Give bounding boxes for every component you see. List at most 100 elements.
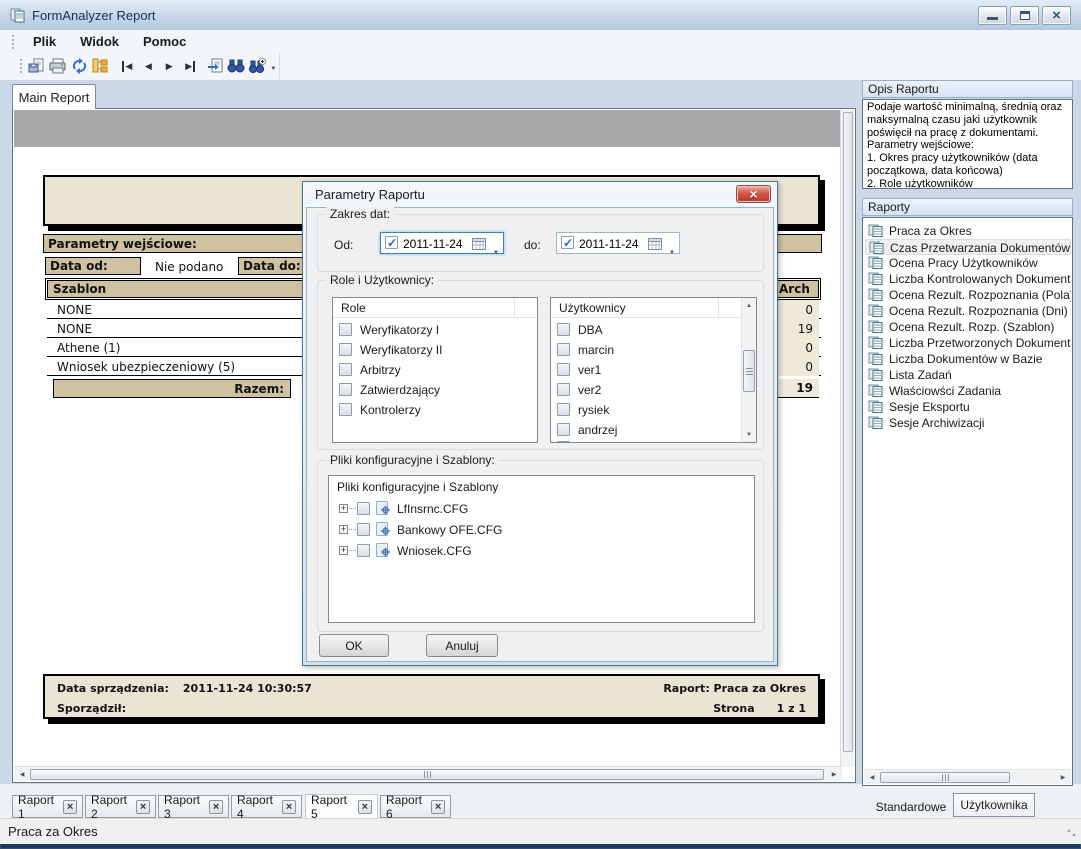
menu-pomoc[interactable]: Pomoc	[131, 32, 198, 51]
report-item-selected[interactable]: Czas Przetwarzania Dokumentów	[865, 239, 1071, 255]
list-item[interactable]: andrzej	[551, 420, 756, 440]
report-item[interactable]: Lista Zadań	[865, 367, 1071, 383]
report-item[interactable]: Ocena Rezult. Rozpoznania (Dni)	[865, 303, 1071, 319]
user-checkbox[interactable]	[557, 323, 570, 336]
report-item[interactable]: Ocena Pracy Użytkowników	[865, 255, 1071, 271]
viewer-horizontal-scrollbar[interactable]: ◀ ▶	[14, 766, 842, 781]
roles-list-header[interactable]: Role	[333, 298, 537, 318]
restore-button[interactable]	[1010, 6, 1039, 25]
close-tab-button[interactable]	[63, 800, 77, 814]
report-item[interactable]: Liczba Przetworzonych Dokumentów	[865, 335, 1071, 351]
dialog-close-button[interactable]	[736, 185, 771, 203]
scroll-up-arrow-icon[interactable]: ▲	[742, 298, 756, 313]
list-item[interactable]: Weryfikatorzy II	[333, 340, 537, 360]
go-to-page-button[interactable]	[205, 55, 226, 77]
users-list-header[interactable]: Użytkownicy	[551, 298, 741, 318]
menu-widok[interactable]: Widok	[68, 32, 131, 51]
tab-main-report[interactable]: Main Report	[12, 84, 96, 109]
list-item[interactable]: rysiek	[551, 400, 756, 420]
report-item[interactable]: Ocena Rezult. Rozp. (Szablon)	[865, 319, 1071, 335]
viewer-vertical-scrollbar[interactable]	[840, 110, 854, 767]
ok-button[interactable]: OK	[319, 634, 389, 657]
file-checkbox[interactable]	[357, 523, 370, 536]
reports-horizontal-scrollbar[interactable]: ◀ ▶	[864, 769, 1071, 784]
tree-node[interactable]: + Wniosek.CFG	[329, 540, 754, 561]
list-item[interactable]: marcin	[551, 340, 756, 360]
user-checkbox[interactable]	[557, 423, 570, 436]
report-item[interactable]: Praca za Okres	[865, 223, 1071, 239]
tab-raport-3[interactable]: Raport 3	[158, 795, 229, 818]
tree-node[interactable]: + Bankowy OFE.CFG	[329, 519, 754, 540]
role-checkbox[interactable]	[339, 343, 352, 356]
close-tab-button[interactable]	[136, 800, 150, 814]
list-item[interactable]: Weryfikatorzy I	[333, 320, 537, 340]
list-item[interactable]: DBA	[551, 320, 756, 340]
scroll-right-arrow-icon[interactable]: ▶	[1055, 771, 1071, 784]
role-checkbox[interactable]	[339, 363, 352, 376]
refresh-button[interactable]	[69, 55, 90, 77]
tree-expander-icon[interactable]: +	[339, 546, 348, 555]
scroll-left-arrow-icon[interactable]: ◀	[14, 768, 30, 781]
tab-raport-4[interactable]: Raport 4	[231, 795, 302, 818]
tree-node[interactable]: + LfInsrnc.CFG	[329, 498, 754, 519]
date-from-field[interactable]: 2011-11-24	[380, 232, 504, 254]
roles-list[interactable]: Role Weryfikatorzy I Weryfikatorzy II Ar…	[332, 297, 538, 443]
title-bar[interactable]: FormAnalyzer Report	[0, 0, 1081, 30]
user-checkbox[interactable]	[557, 383, 570, 396]
scroll-right-arrow-icon[interactable]: ▶	[826, 768, 842, 781]
role-checkbox[interactable]	[339, 323, 352, 336]
minimize-button[interactable]	[978, 6, 1007, 25]
chevron-down-icon[interactable]	[669, 241, 675, 259]
zoom-dropdown-button[interactable]	[268, 55, 279, 77]
find-text-button[interactable]	[226, 55, 247, 77]
tab-raport-5[interactable]: Raport 5	[305, 794, 378, 819]
list-item[interactable]: ver1	[551, 360, 756, 380]
role-checkbox[interactable]	[339, 383, 352, 396]
users-list[interactable]: Użytkownicy DBA marcin ver1 ver2 rysiek …	[550, 297, 757, 443]
zoom-button[interactable]	[247, 55, 268, 77]
scroll-left-arrow-icon[interactable]: ◀	[864, 771, 880, 784]
report-item[interactable]: Ocena Rezult. Rozpoznania (Pola)	[865, 287, 1071, 303]
tab-raport-6[interactable]: Raport 6	[380, 795, 451, 818]
print-button[interactable]	[48, 55, 69, 77]
list-item[interactable]: Zatwierdzający	[333, 380, 537, 400]
vertical-scroll-thumb[interactable]	[843, 112, 853, 752]
close-tab-button[interactable]	[282, 800, 296, 814]
tree-expander-icon[interactable]: +	[339, 504, 348, 513]
go-previous-page-button[interactable]: ◀	[138, 55, 159, 77]
user-checkbox[interactable]	[557, 343, 570, 356]
date-from-checkbox[interactable]	[385, 236, 398, 249]
cancel-button[interactable]: Anuluj	[426, 634, 498, 657]
tab-standardowe[interactable]: Standardowe	[868, 796, 954, 817]
list-item[interactable]: Kontrolerzy	[333, 400, 537, 420]
date-to-checkbox[interactable]	[561, 236, 574, 249]
user-checkbox[interactable]	[557, 441, 570, 443]
role-checkbox[interactable]	[339, 403, 352, 416]
users-scroll-thumb[interactable]	[743, 350, 755, 392]
dialog-title-bar[interactable]: Parametry Raportu	[303, 182, 777, 207]
report-item[interactable]: Właściowści Zadania	[865, 383, 1071, 399]
reports-scroll-thumb[interactable]	[880, 772, 1010, 783]
report-item[interactable]: Sesje Eksportu	[865, 399, 1071, 415]
file-checkbox[interactable]	[357, 502, 370, 515]
menu-plik[interactable]: Plik	[21, 32, 68, 51]
close-tab-button[interactable]	[209, 800, 223, 814]
report-item[interactable]: Liczba Kontrolowanych Dokumentów	[865, 271, 1071, 287]
users-vertical-scrollbar[interactable]: ▲ ▼	[741, 298, 756, 442]
report-item[interactable]: Liczba Dokumentów w Bazie	[865, 351, 1071, 367]
tree-expander-icon[interactable]: +	[339, 525, 348, 534]
toolbar-grip[interactable]	[20, 59, 23, 73]
toggle-group-tree-button[interactable]	[90, 55, 111, 77]
chevron-down-icon[interactable]	[493, 241, 499, 259]
user-checkbox[interactable]	[557, 363, 570, 376]
scroll-down-arrow-icon[interactable]: ▼	[742, 427, 756, 442]
list-item-clipped[interactable]: st	[551, 438, 756, 443]
go-next-page-button[interactable]: ▶	[159, 55, 180, 77]
reports-list[interactable]: Praca za Okres Czas Przetwarzania Dokume…	[862, 217, 1073, 786]
list-item[interactable]: Arbitrzy	[333, 360, 537, 380]
menu-grip[interactable]	[12, 35, 15, 49]
list-item[interactable]: ver2	[551, 380, 756, 400]
tree-root-label[interactable]: Pliki konfiguracyjne i Szablony	[337, 480, 498, 494]
close-tab-button[interactable]	[431, 800, 445, 814]
file-checkbox[interactable]	[357, 544, 370, 557]
